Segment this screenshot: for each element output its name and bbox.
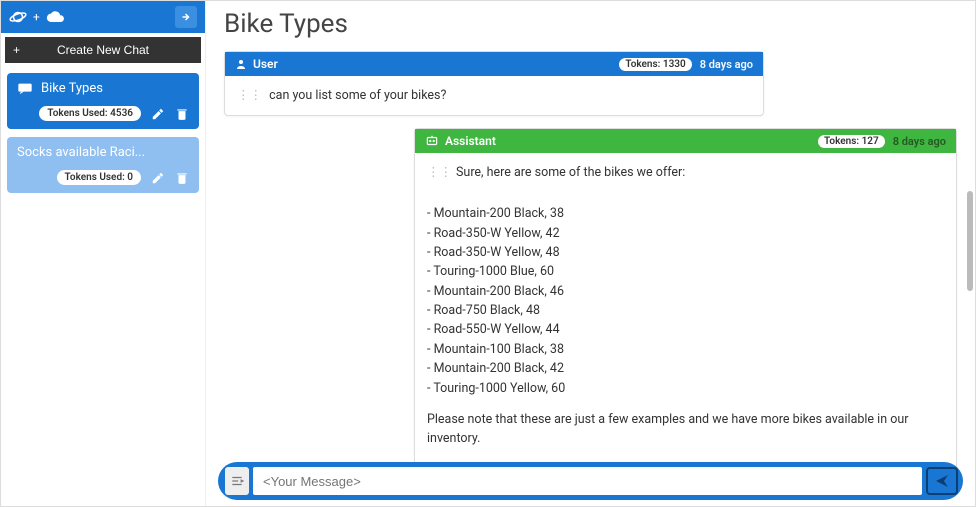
assistant-note-text: Please note that these are just a few ex… — [427, 410, 944, 449]
bike-item: Mountain-200 Black, 42 — [427, 359, 944, 378]
chat-item-label: Bike Types — [41, 81, 103, 96]
bike-item: Touring-1000 Blue, 60 — [427, 262, 944, 281]
user-message-body: ⋮⋮ can you list some of your bikes? — [225, 76, 763, 115]
bike-item: Road-350-W Yellow, 48 — [427, 243, 944, 262]
app-root: + + Create New Chat Bike Types Tokens Us… — [0, 0, 976, 507]
assistant-tokens-pill: Tokens: 127 — [818, 135, 885, 148]
planet-icon — [9, 8, 27, 26]
sidebar-brand-icons: + — [9, 8, 66, 26]
assistant-message-card: Assistant Tokens: 127 8 days ago ⋮⋮ Sure,… — [414, 128, 957, 488]
plus-icon: + — [33, 10, 40, 24]
edit-icon[interactable] — [151, 107, 165, 121]
send-button[interactable] — [926, 467, 958, 495]
bike-item: Mountain-200 Black, 46 — [427, 282, 944, 301]
user-message-time: 8 days ago — [700, 58, 753, 71]
drag-handle-icon: ⋮⋮ — [237, 88, 262, 103]
assistant-message-header: Assistant Tokens: 127 8 days ago — [415, 129, 956, 153]
chat-list: Bike Types Tokens Used: 4536 Socks avail… — [1, 67, 205, 199]
assistant-icon — [425, 135, 439, 147]
main-area: Bike Types User Tokens: 1330 8 days ago … — [206, 1, 975, 506]
user-role-label: User — [253, 57, 278, 71]
chat-icon — [17, 82, 33, 96]
input-mode-button[interactable] — [225, 467, 249, 495]
create-new-chat-label: Create New Chat — [57, 43, 149, 57]
page-title: Bike Types — [206, 1, 975, 45]
user-icon — [235, 58, 247, 70]
bike-item: Road-550-W Yellow, 44 — [427, 320, 944, 339]
user-tokens-pill: Tokens: 1330 — [619, 58, 691, 71]
user-message-text: can you list some of your bikes? — [269, 88, 446, 103]
scrollbar-thumb[interactable] — [967, 191, 973, 291]
sidebar-top-bar: + — [1, 1, 205, 33]
plus-icon: + — [13, 43, 20, 57]
tokens-used-pill: Tokens Used: 4536 — [39, 106, 141, 121]
collapse-sidebar-button[interactable] — [175, 6, 197, 28]
delete-icon[interactable] — [175, 107, 189, 121]
edit-icon[interactable] — [151, 171, 165, 185]
drag-handle-icon: ⋮⋮ — [427, 165, 452, 180]
bike-item: Mountain-200 Black, 38 — [427, 204, 944, 223]
assistant-role-label: Assistant — [445, 134, 496, 148]
create-new-chat-button[interactable]: + Create New Chat — [5, 37, 201, 63]
message-input[interactable] — [253, 467, 922, 495]
bike-item: Touring-1000 Yellow, 60 — [427, 379, 944, 398]
assistant-message-time: 8 days ago — [893, 135, 946, 148]
conversation: User Tokens: 1330 8 days ago ⋮⋮ can you … — [206, 45, 975, 506]
user-message-header: User Tokens: 1330 8 days ago — [225, 52, 763, 76]
sidebar-item-bike-types[interactable]: Bike Types Tokens Used: 4536 — [7, 73, 199, 129]
bike-item: Mountain-100 Black, 38 — [427, 340, 944, 359]
sidebar-item-socks[interactable]: Socks available Raci... Tokens Used: 0 — [7, 137, 199, 193]
user-message-card: User Tokens: 1330 8 days ago ⋮⋮ can you … — [224, 51, 764, 116]
chat-item-label: Socks available Raci... — [17, 145, 145, 160]
assistant-message-body: ⋮⋮ Sure, here are some of the bikes we of… — [415, 153, 956, 458]
cloud-icon — [46, 9, 66, 25]
sidebar: + + Create New Chat Bike Types Tokens Us… — [1, 1, 206, 506]
delete-icon[interactable] — [175, 171, 189, 185]
assistant-intro-text: Sure, here are some of the bikes we offe… — [456, 165, 685, 180]
tokens-used-pill: Tokens Used: 0 — [57, 170, 141, 185]
bike-item: Road-350-W Yellow, 42 — [427, 224, 944, 243]
bike-list: Mountain-200 Black, 38Road-350-W Yellow,… — [427, 204, 944, 398]
message-input-bar — [218, 462, 963, 500]
bike-item: Road-750 Black, 48 — [427, 301, 944, 320]
